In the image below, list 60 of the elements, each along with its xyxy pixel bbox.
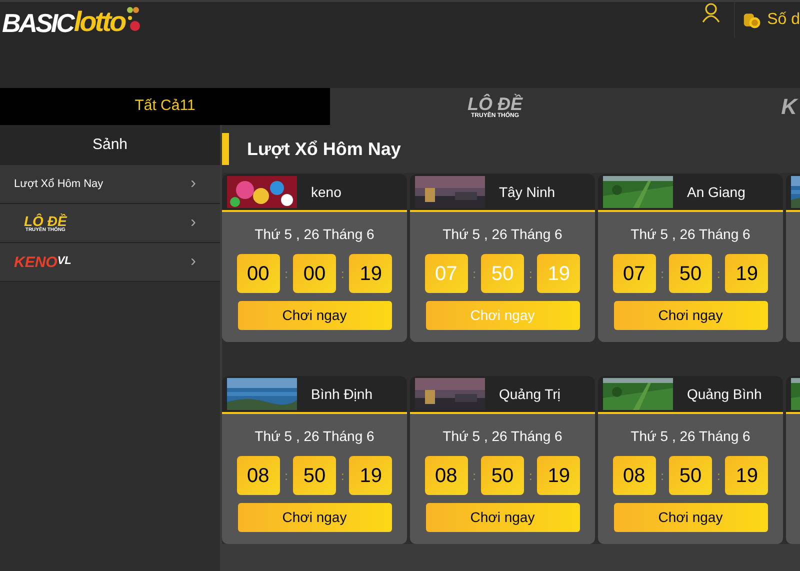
countdown-digit: 07 [424, 254, 468, 293]
separator: : [472, 468, 476, 484]
countdown-digit: 00 [236, 254, 280, 293]
draw-date: Thứ 5 , 26 Tháng 6 [442, 225, 564, 244]
countdown-digit: 19 [725, 254, 768, 293]
separator: : [717, 468, 720, 484]
card-title: Bình Định [311, 384, 372, 404]
countdown-digit: 50 [669, 456, 712, 495]
chevron-icon: › [190, 172, 196, 196]
draw-date: Thứ 5 , 26 Tháng 6 [630, 225, 752, 244]
card-title: Quảng Bình [687, 384, 762, 404]
draw-date: Thứ 5 , 26 Tháng 6 [630, 427, 752, 446]
separator: : [529, 266, 532, 282]
separator: : [341, 266, 344, 282]
sidebar-item[interactable]: Lượt Xổ Hôm Nay › [0, 165, 220, 204]
draw-date: Thứ 5 , 26 Tháng 6 [442, 427, 564, 446]
countdown-digit: 50 [481, 254, 524, 293]
play-button[interactable]: Chơi ngay [238, 503, 392, 532]
card-title: An Giang [687, 182, 746, 202]
tab[interactable]: Tất Cả11 [0, 88, 330, 125]
countdown-digit: 19 [725, 456, 768, 495]
separator: : [284, 468, 288, 484]
card-title: Quảng Trị [499, 384, 560, 404]
balance-button[interactable]: Số d [734, 2, 800, 38]
countdown-digit: 50 [481, 456, 524, 495]
separator: : [529, 468, 532, 484]
user-icon[interactable] [702, 3, 720, 23]
countdown-digit: 08 [612, 456, 656, 495]
play-button[interactable]: Chơi ngay [426, 503, 580, 532]
draw-date: Thứ 5 , 26 Tháng 6 [254, 225, 376, 244]
play-button[interactable]: Chơi ngay [238, 301, 392, 330]
accent-bar [222, 133, 229, 165]
logo[interactable]: BASIClotto [0, 2, 140, 36]
countdown-digit: 00 [293, 254, 336, 293]
countdown-digit: 08 [424, 456, 468, 495]
countdown-digit: 19 [349, 456, 392, 495]
separator: : [472, 266, 476, 282]
card-title: keno [311, 182, 342, 202]
play-button[interactable]: Chơi ngay [614, 301, 768, 330]
countdown-digit: 50 [669, 254, 712, 293]
separator: : [284, 266, 288, 282]
separator: : [660, 468, 664, 484]
chevron-icon: › [190, 211, 196, 235]
card-title: Tây Ninh [499, 182, 556, 202]
countdown-digit: 19 [349, 254, 392, 293]
separator: : [660, 266, 664, 282]
separator: : [341, 468, 344, 484]
countdown-digit: 08 [236, 456, 280, 495]
countdown-digit: 50 [293, 456, 336, 495]
play-button[interactable]: Chơi ngay [614, 503, 768, 532]
countdown-digit: 19 [537, 456, 580, 495]
chevron-icon: › [190, 250, 196, 274]
keno-logo: K [781, 93, 799, 121]
section-title: Lượt Xổ Hôm Nay [247, 138, 401, 161]
sidebar-title: Sảnh [0, 125, 220, 165]
draw-date: Thứ 5 , 26 Tháng 6 [254, 427, 376, 446]
sidebar-item-label: Lượt Xổ Hôm Nay [14, 176, 104, 192]
countdown-digit: 19 [537, 254, 580, 293]
separator: : [717, 266, 720, 282]
countdown-digit: 07 [612, 254, 656, 293]
